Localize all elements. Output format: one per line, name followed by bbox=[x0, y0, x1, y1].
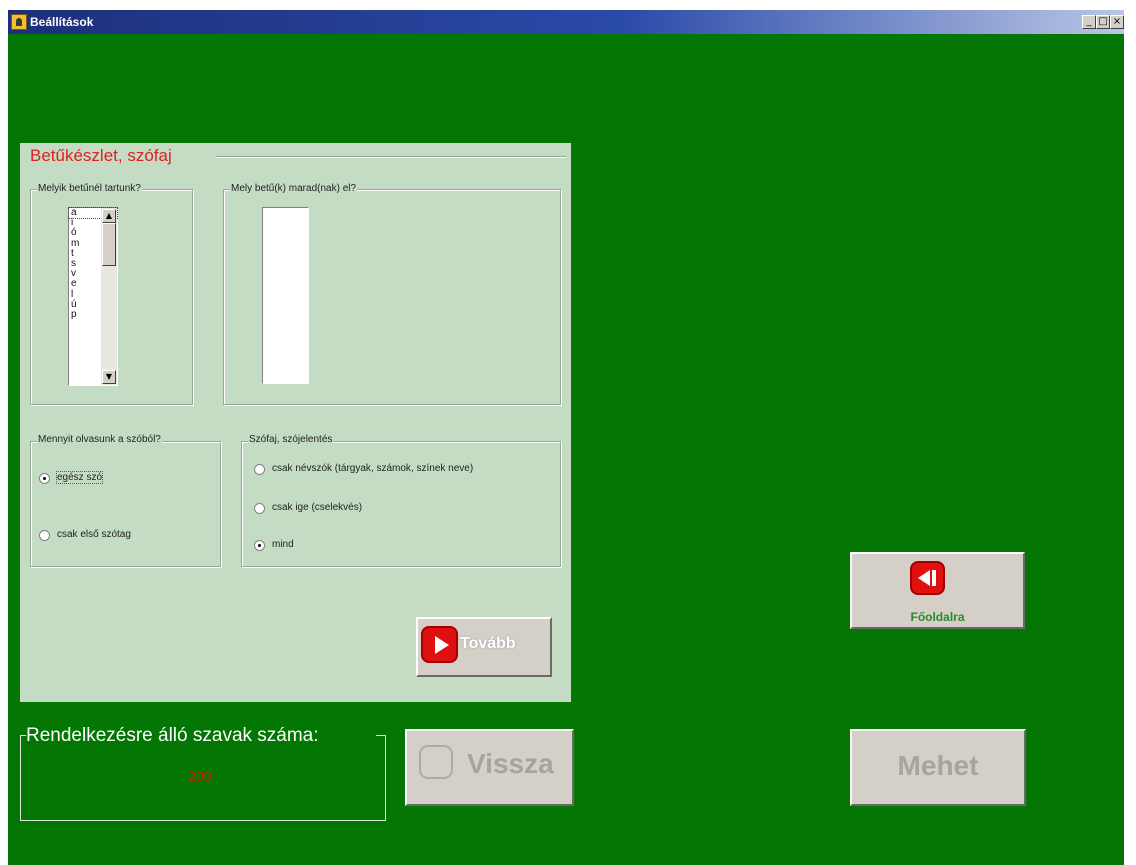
panel-title-divider bbox=[216, 156, 566, 158]
scroll-up-arrow-icon[interactable]: ▲ bbox=[102, 209, 116, 223]
words-count-value: 200 bbox=[188, 768, 212, 784]
reading-amount-group-label: Mennyit olvasunk a szóból? bbox=[37, 434, 162, 445]
window-title: Beállítások bbox=[30, 15, 94, 29]
remaining-letters-listbox[interactable] bbox=[262, 207, 309, 384]
letters-group-label: Melyik betűnél tartunk? bbox=[37, 183, 142, 194]
verbs-only-radio[interactable] bbox=[254, 503, 265, 514]
scroll-down-arrow-icon[interactable]: ▼ bbox=[102, 370, 116, 384]
home-button[interactable]: Főoldalra bbox=[850, 552, 1025, 629]
minimize-button[interactable]: _ bbox=[1082, 15, 1096, 29]
go-button-label: Mehet bbox=[897, 750, 979, 781]
nouns-only-label[interactable]: csak névszók (tárgyak, számok, színek ne… bbox=[272, 463, 473, 474]
all-types-label[interactable]: mind bbox=[272, 539, 294, 550]
first-syllable-radio[interactable] bbox=[39, 530, 50, 541]
go-button[interactable]: Mehet bbox=[850, 729, 1026, 806]
play-icon bbox=[421, 626, 458, 663]
next-button-label: Tovább bbox=[460, 635, 516, 652]
back-to-start-icon bbox=[910, 561, 945, 595]
whole-word-radio[interactable] bbox=[39, 473, 50, 484]
settings-panel: Betűkészlet, szófaj Melyik betűnél tartu… bbox=[20, 143, 571, 702]
app-icon bbox=[11, 14, 27, 30]
reading-amount-group bbox=[30, 441, 221, 567]
remaining-letters-group-label: Mely betű(k) marad(nak) el? bbox=[230, 183, 358, 194]
back-button[interactable]: Vissza bbox=[405, 729, 574, 806]
word-type-group-label: Szófaj, szójelentés bbox=[248, 434, 334, 445]
back-icon bbox=[419, 745, 453, 779]
maximize-button[interactable]: □ bbox=[1096, 15, 1110, 29]
nouns-only-radio[interactable] bbox=[254, 464, 265, 475]
words-count-label: Rendelkezésre álló szavak száma: bbox=[26, 725, 319, 746]
all-types-radio[interactable] bbox=[254, 540, 265, 551]
back-button-label: Vissza bbox=[467, 748, 554, 779]
whole-word-label[interactable]: egész szó bbox=[55, 471, 104, 484]
close-button[interactable]: × bbox=[1110, 15, 1124, 29]
title-bar[interactable]: Beállítások _ □ × bbox=[8, 10, 1124, 34]
verbs-only-label[interactable]: csak ige (cselekvés) bbox=[272, 502, 362, 513]
first-syllable-label[interactable]: csak első szótag bbox=[57, 529, 131, 540]
next-button[interactable]: Tovább bbox=[416, 617, 552, 677]
scrollbar-thumb[interactable] bbox=[102, 223, 116, 266]
panel-title: Betűkészlet, szófaj bbox=[30, 146, 172, 165]
frame-corner bbox=[376, 735, 386, 736]
home-button-label: Főoldalra bbox=[910, 610, 965, 624]
